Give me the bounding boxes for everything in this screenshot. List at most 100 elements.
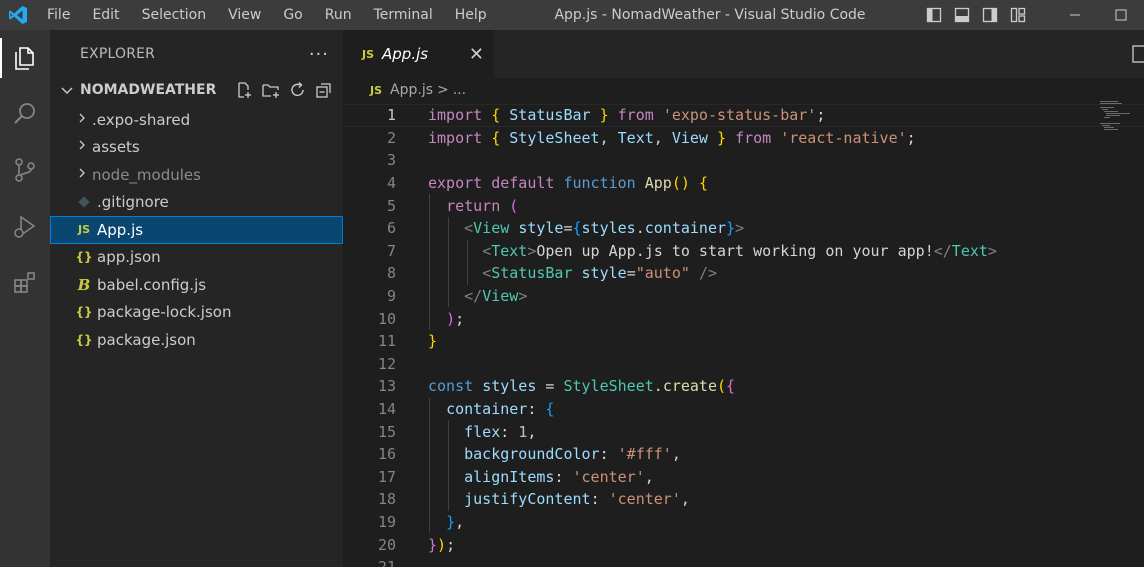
new-folder-icon[interactable] [261, 81, 281, 99]
code-line: 14 container: { [344, 397, 1144, 421]
breadcrumb-file[interactable]: App.js [390, 82, 433, 98]
line-number: 11 [377, 332, 396, 351]
line-number: 12 [377, 354, 396, 373]
code-line: 4 export default function App() { [344, 172, 1144, 195]
code-line: 11} [344, 330, 1144, 353]
code-text: <Text>Open up App.js to start working on… [482, 241, 997, 260]
title-controls [920, 0, 1144, 30]
code-editor[interactable]: 1 import { StatusBar } from 'expo-status-… [344, 104, 1144, 567]
extensions-icon[interactable] [0, 254, 50, 310]
code-line: 19 }, [344, 510, 1144, 534]
menu-run[interactable]: Run [314, 0, 363, 30]
code-line: 6 <View style={styles.container}> [344, 216, 1144, 240]
tree-item-label: package-lock.json [97, 303, 232, 322]
customize-layout-icon[interactable] [1004, 0, 1032, 30]
menu-view[interactable]: View [217, 0, 272, 30]
menu-file[interactable]: File [36, 0, 81, 30]
tree-file-gitignore[interactable]: .gitignore [50, 189, 343, 217]
search-icon[interactable] [0, 86, 50, 142]
toggle-sidebar-icon[interactable] [920, 0, 948, 30]
minimap[interactable] [1100, 100, 1130, 140]
folder-actions [235, 81, 343, 99]
code-text: </View> [464, 287, 528, 306]
code-line: 18 justifyContent: 'center', [344, 488, 1144, 511]
tree-item-label: package.json [97, 330, 196, 349]
code-line: 16 backgroundColor: '#fff', [344, 442, 1144, 466]
source-control-icon[interactable] [0, 142, 50, 198]
tree-file-package-lock[interactable]: {} package-lock.json [50, 299, 343, 327]
tree-folder-assets[interactable]: assets [50, 134, 343, 162]
sidebar-title: EXPLORER [80, 46, 156, 62]
code-text: <StatusBar style="auto" /> [482, 264, 717, 283]
tab-app-js[interactable]: JS App.js ✕ [344, 30, 494, 78]
tree-file-app-json[interactable]: {} app.json [50, 244, 343, 272]
code-line: 1 import { StatusBar } from 'expo-status-… [344, 104, 1144, 127]
tree-file-app-js[interactable]: JS App.js [50, 216, 343, 244]
code-text: <View style={styles.container}> [464, 219, 745, 238]
collapse-all-icon[interactable] [315, 81, 333, 99]
toggle-secondary-sidebar-icon[interactable] [976, 0, 1004, 30]
code-line: 5 return ( [344, 194, 1144, 217]
line-number: 10 [377, 309, 396, 328]
code-line: 9 </View> [344, 284, 1144, 308]
menu-go[interactable]: Go [272, 0, 313, 30]
code-line: 20}); [344, 533, 1144, 556]
new-file-icon[interactable] [235, 81, 253, 99]
line-number: 14 [377, 400, 396, 419]
menu-selection[interactable]: Selection [131, 0, 218, 30]
close-icon[interactable]: ✕ [469, 44, 484, 65]
run-debug-icon[interactable] [0, 198, 50, 254]
code-text: backgroundColor: '#fff', [464, 445, 681, 464]
line-number: 20 [377, 535, 396, 554]
breadcrumb: JS App.js > ... [344, 78, 1144, 102]
code-line: 13 const styles = StyleSheet.create({ [344, 375, 1144, 398]
line-number: 6 [386, 219, 396, 238]
line-number: 13 [377, 377, 396, 396]
line-number: 9 [386, 287, 396, 306]
refresh-icon[interactable] [289, 81, 307, 99]
line-number: 7 [386, 241, 396, 260]
line-number: 8 [386, 264, 396, 283]
chevron-right-icon [76, 139, 92, 155]
code-text: }, [446, 512, 465, 531]
minimize-icon[interactable] [1052, 0, 1098, 30]
split-editor-icon[interactable] [1132, 44, 1144, 64]
babel-icon: B [77, 275, 91, 294]
menu-terminal[interactable]: Terminal [363, 0, 444, 30]
tree-file-babel-config[interactable]: B babel.config.js [50, 271, 343, 299]
tree-item-label: .gitignore [97, 193, 169, 212]
code-text: ); [446, 309, 465, 328]
vscode-logo-icon [0, 0, 36, 30]
line-number: 21 [344, 558, 396, 567]
js-icon: JS [77, 223, 90, 237]
menu-edit[interactable]: Edit [81, 0, 130, 30]
tree-item-label: node_modules [92, 165, 201, 184]
code-line: 2 import { StyleSheet, Text, View } from … [344, 127, 1144, 150]
code-text: justifyContent: 'center', [464, 490, 690, 509]
folder-header[interactable]: NOMADWEATHER [50, 78, 343, 102]
title-bar: File Edit Selection View Go Run Terminal… [0, 0, 1144, 30]
breadcrumb-symbols[interactable]: ... [453, 82, 466, 98]
editor: JS App.js ✕ JS App.js > ... 1 import { St… [344, 30, 1144, 567]
code-line: 8 <StatusBar style="auto" /> [344, 262, 1144, 285]
toggle-panel-icon[interactable] [948, 0, 976, 30]
tree-item-label: assets [92, 138, 140, 157]
code-text: container: { [446, 400, 555, 419]
menu-help[interactable]: Help [444, 0, 498, 30]
file-tree: .expo-shared assets node_modules .gitign… [50, 106, 343, 354]
tree-folder-expo-shared[interactable]: .expo-shared [50, 106, 343, 134]
maximize-icon[interactable] [1098, 0, 1144, 30]
more-actions-icon[interactable]: ··· [309, 44, 329, 65]
tree-item-label: .expo-shared [92, 110, 191, 129]
tab-label: App.js [382, 45, 429, 63]
line-number: 19 [377, 512, 396, 531]
explorer-sidebar: EXPLORER ··· NOMADWEATHER .expo-shared a… [50, 30, 344, 567]
explorer-icon[interactable] [0, 30, 50, 86]
tree-item-label: babel.config.js [97, 275, 207, 294]
line-number: 15 [377, 422, 396, 441]
code-line: 7 <Text>Open up App.js to start working … [344, 239, 1144, 263]
activity-bar [0, 30, 50, 567]
tree-file-package-json[interactable]: {} package.json [50, 326, 343, 354]
tree-folder-node-modules[interactable]: node_modules [50, 161, 343, 189]
json-icon: {} [75, 305, 93, 320]
